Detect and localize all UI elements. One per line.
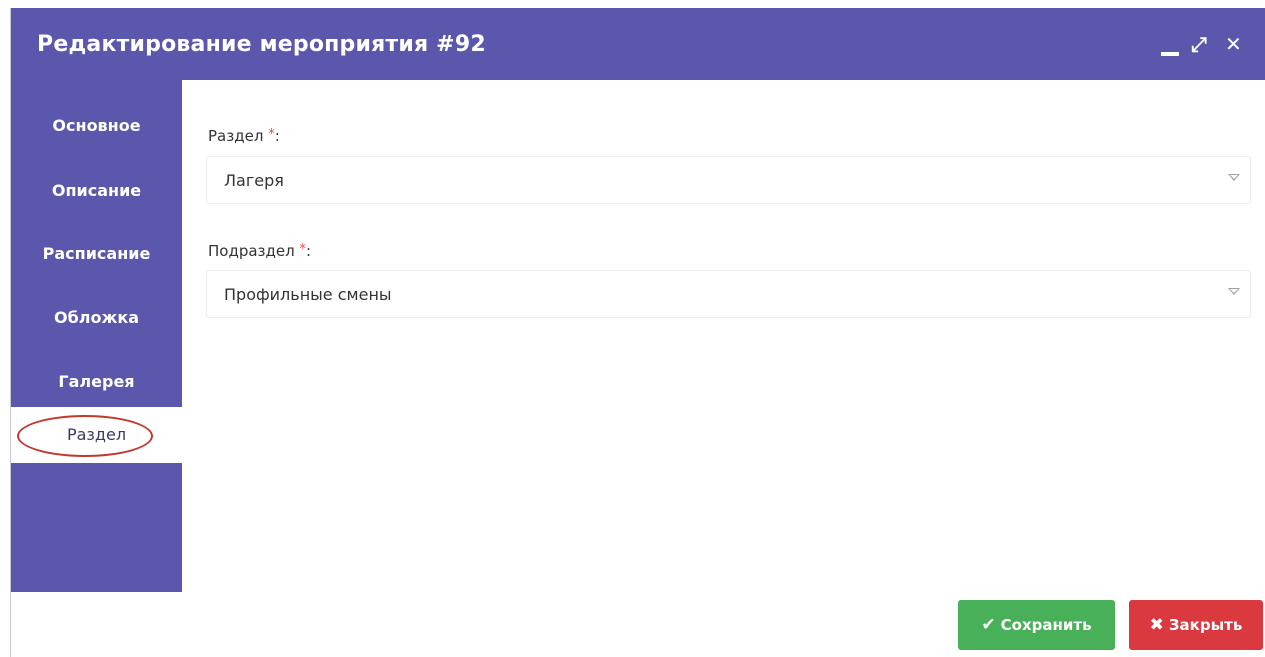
save-button[interactable]: ✔ Сохранить xyxy=(958,600,1115,650)
subsection-select-value: Профильные смены xyxy=(224,285,392,304)
close-button[interactable]: ✖ Закрыть xyxy=(1129,600,1263,650)
close-button-label: Закрыть xyxy=(1168,616,1243,634)
highlight-ellipse xyxy=(17,415,153,457)
x-icon: ✖ xyxy=(1149,615,1164,635)
section-select-value: Лагеря xyxy=(224,171,284,190)
edit-event-dialog: Редактирование мероприятия #92 ⤢ ✕ Основ… xyxy=(10,8,1265,657)
subsection-label-text: Подраздел xyxy=(208,242,295,260)
check-icon: ✔ xyxy=(981,615,996,635)
sidebar-item-section[interactable]: Раздел xyxy=(11,407,182,463)
sidebar-item-gallery[interactable]: Галерея xyxy=(11,372,182,392)
sidebar-item-main[interactable]: Основное xyxy=(11,116,182,136)
dialog-titlebar: Редактирование мероприятия #92 ⤢ ✕ xyxy=(11,8,1265,80)
sidebar-item-schedule[interactable]: Расписание xyxy=(11,244,182,264)
close-icon[interactable]: ✕ xyxy=(1225,34,1242,54)
chevron-down-icon xyxy=(1228,288,1240,295)
section-label-colon: : xyxy=(274,127,280,145)
section-field-label: Раздел *: xyxy=(208,127,280,145)
dialog-title: Редактирование мероприятия #92 xyxy=(37,32,486,57)
section-select[interactable]: Лагеря xyxy=(206,156,1251,204)
chevron-down-icon xyxy=(1228,174,1240,181)
section-label-text: Раздел xyxy=(208,127,264,145)
top-strip xyxy=(0,0,1265,8)
save-button-label: Сохранить xyxy=(1000,616,1092,634)
subsection-select[interactable]: Профильные смены xyxy=(206,270,1251,318)
subsection-field-label: Подраздел *: xyxy=(208,242,311,260)
sidebar: Основное Описание Расписание Обложка Гал… xyxy=(11,80,182,592)
sidebar-item-cover[interactable]: Обложка xyxy=(11,308,182,328)
maximize-icon[interactable]: ⤢ xyxy=(1191,34,1207,54)
form-content: Раздел *: Лагеря Подраздел *: Профильные… xyxy=(182,80,1265,592)
sidebar-item-description[interactable]: Описание xyxy=(11,181,182,201)
subsection-label-colon: : xyxy=(306,242,312,260)
minimize-icon[interactable] xyxy=(1161,52,1179,56)
